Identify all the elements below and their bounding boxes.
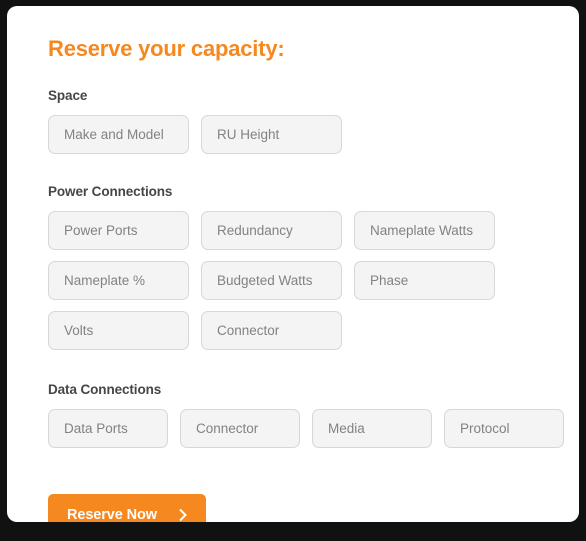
form-content: Reserve your capacity: Space Power Conne… — [48, 36, 564, 522]
nameplate-percent-input[interactable] — [48, 261, 189, 300]
reserve-now-button[interactable]: Reserve Now — [48, 494, 206, 522]
power-connector-input[interactable] — [201, 311, 342, 350]
section-heading-data-connections: Data Connections — [48, 382, 162, 397]
reserve-now-button-label: Reserve Now — [67, 507, 157, 522]
data-submit-spacer — [48, 466, 560, 494]
make-and-model-input[interactable] — [48, 115, 189, 154]
phase-input[interactable] — [354, 261, 495, 300]
media-input[interactable] — [312, 409, 432, 448]
section-heading-power-connections: Power Connections — [48, 184, 173, 199]
chevron-right-icon — [178, 508, 188, 522]
data-ports-input[interactable] — [48, 409, 168, 448]
section-space: Space — [48, 88, 560, 154]
power-data-spacer — [48, 368, 560, 382]
section-data-connections: Data Connections — [48, 382, 564, 448]
power-field-row-3 — [48, 311, 560, 350]
budgeted-watts-input[interactable] — [201, 261, 342, 300]
protocol-input[interactable] — [444, 409, 564, 448]
power-field-row-2 — [48, 261, 560, 300]
nameplate-watts-input[interactable] — [354, 211, 495, 250]
space-field-row — [48, 115, 560, 154]
volts-input[interactable] — [48, 311, 189, 350]
ru-height-input[interactable] — [201, 115, 342, 154]
page-title: Reserve your capacity: — [48, 36, 285, 61]
power-ports-input[interactable] — [48, 211, 189, 250]
data-field-row — [48, 409, 564, 448]
reserve-capacity-card: Reserve your capacity: Space Power Conne… — [7, 6, 579, 522]
space-power-spacer — [48, 172, 560, 184]
data-connector-input[interactable] — [180, 409, 300, 448]
power-field-row-1 — [48, 211, 560, 250]
section-power-connections: Power Connections — [48, 184, 560, 350]
section-heading-space: Space — [48, 88, 88, 103]
redundancy-input[interactable] — [201, 211, 342, 250]
